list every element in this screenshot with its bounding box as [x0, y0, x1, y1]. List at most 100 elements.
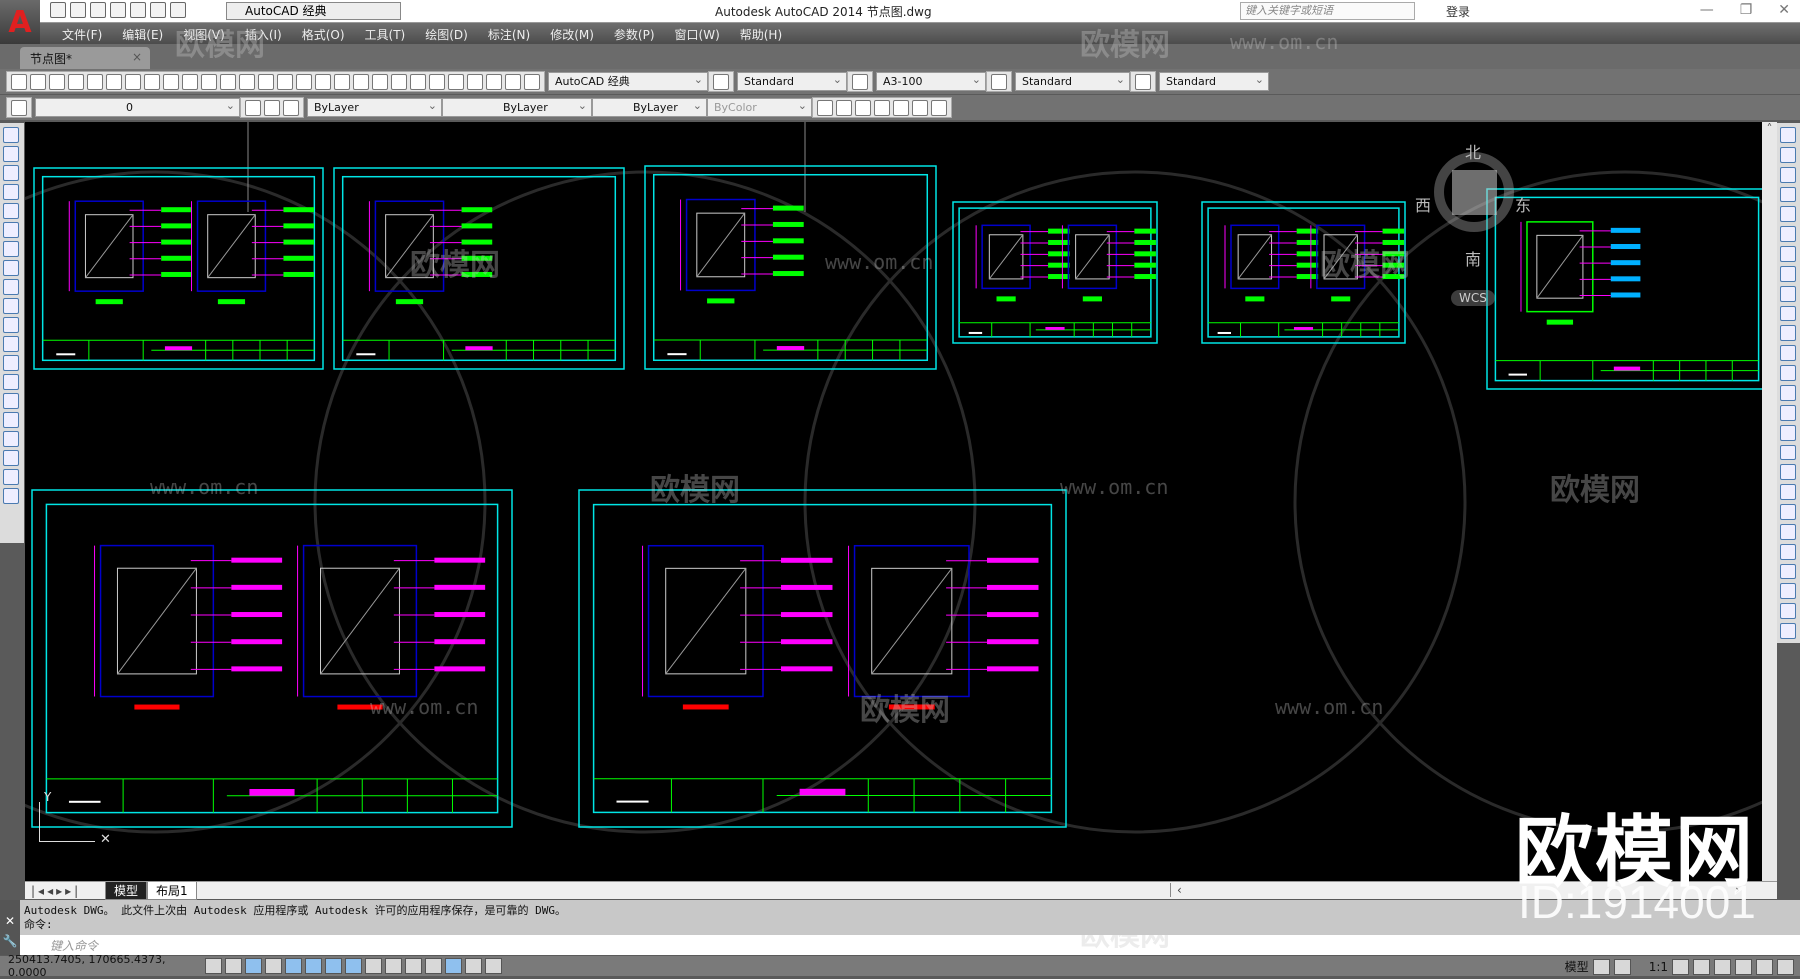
sc-toggle-icon[interactable]	[445, 958, 462, 974]
modify-tool-18-icon[interactable]	[1780, 464, 1796, 481]
color-combo[interactable]: ByLayer	[307, 97, 442, 117]
toolbar-tool-1-icon[interactable]	[11, 73, 27, 90]
viewcube[interactable]: 北 南 东 西 WCS	[1415, 122, 1535, 306]
isolate-icon[interactable]	[1756, 958, 1773, 975]
menu-item[interactable]: 绘图(D)	[415, 23, 478, 44]
layer-manager-icon[interactable]	[11, 99, 27, 116]
modify-tool-15-icon[interactable]	[1780, 404, 1796, 421]
undo-icon[interactable]	[150, 2, 166, 18]
draw-tool-15-icon[interactable]	[3, 393, 19, 409]
draw-tool-13-icon[interactable]	[3, 355, 19, 371]
modify-tool-17-icon[interactable]	[1780, 444, 1796, 461]
clean-screen-icon[interactable]	[1777, 958, 1794, 975]
toolbar-tool-14-icon[interactable]	[258, 73, 274, 90]
workspace-select[interactable]: AutoCAD 经典	[226, 2, 401, 20]
toolbar-tool-16-icon[interactable]	[296, 73, 312, 90]
menu-item[interactable]: 编辑(E)	[112, 23, 173, 44]
toolbar-tool-20-icon[interactable]	[372, 73, 388, 90]
modify-tool-8-icon[interactable]	[1780, 265, 1796, 282]
linetype-combo[interactable]: ByLayer	[442, 97, 592, 117]
save-as-icon[interactable]	[110, 2, 126, 18]
toolbar-tool-27-icon[interactable]	[505, 73, 521, 90]
command-input[interactable]: 键入命令	[20, 935, 1800, 955]
modify-tool-3-icon[interactable]	[1780, 166, 1796, 183]
modify-tool-2-icon[interactable]	[1780, 146, 1796, 163]
layer-previous-icon[interactable]	[264, 99, 280, 116]
close-icon[interactable]: ✕	[1778, 2, 1790, 18]
plus-toggle-icon[interactable]	[485, 958, 502, 974]
wcs-menu[interactable]: WCS	[1451, 290, 1495, 306]
west-label[interactable]: 西	[1415, 192, 1431, 216]
modify-tool-11-icon[interactable]	[1780, 325, 1796, 342]
toolbar-tool-18-icon[interactable]	[334, 73, 350, 90]
layouts-icon[interactable]	[1613, 958, 1631, 975]
draw-tool-17-icon[interactable]	[3, 431, 19, 447]
menu-item[interactable]: 插入(I)	[235, 23, 292, 44]
modify-tool-23-icon[interactable]	[1780, 563, 1796, 580]
make-current-icon[interactable]	[245, 99, 261, 116]
modify-tool-13-icon[interactable]	[1780, 365, 1796, 381]
snap-toggle-icon[interactable]	[205, 958, 222, 974]
ducs-toggle-icon[interactable]	[345, 958, 362, 974]
grid-toggle-icon[interactable]	[225, 958, 242, 974]
toolbar-tool-25-icon[interactable]	[467, 73, 483, 90]
qp-toggle-icon[interactable]	[425, 958, 442, 974]
polar-toggle-icon[interactable]	[265, 958, 282, 974]
workspace-combo[interactable]: AutoCAD 经典	[548, 71, 708, 91]
am-toggle-icon[interactable]	[465, 958, 482, 974]
modify-tool-6-icon[interactable]	[1780, 226, 1796, 243]
search-input[interactable]: 键入关键字或短语	[1240, 2, 1415, 20]
toolbar-tool-9-icon[interactable]	[163, 73, 179, 90]
toolbar-tool-28-icon[interactable]	[524, 73, 540, 90]
menu-item[interactable]: 格式(O)	[292, 23, 355, 44]
toolbar-tool-12-icon[interactable]	[220, 73, 236, 90]
toolbar-tool-17-icon[interactable]	[315, 73, 331, 90]
view-tool-1-icon[interactable]	[817, 99, 833, 116]
tab-navigation-arrows[interactable]: |◂◂▸▸|	[25, 884, 105, 898]
modify-tool-14-icon[interactable]	[1780, 384, 1796, 401]
toolbar-tool-23-icon[interactable]	[429, 73, 445, 90]
draw-tool-1-icon[interactable]	[3, 127, 19, 143]
close-tab-icon[interactable]: ×	[132, 50, 142, 64]
south-label[interactable]: 南	[1465, 246, 1481, 270]
draw-tool-12-icon[interactable]	[3, 336, 19, 352]
layout-icon[interactable]	[1592, 958, 1610, 975]
annotation-scale[interactable]: 1:1	[1649, 960, 1668, 974]
modify-tool-26-icon[interactable]	[1780, 623, 1796, 639]
menu-item[interactable]: 工具(T)	[355, 23, 416, 44]
layer-state-icon[interactable]	[283, 99, 299, 116]
modify-tool-16-icon[interactable]	[1780, 424, 1796, 441]
minimize-icon[interactable]: —	[1700, 2, 1714, 18]
redo-icon[interactable]	[170, 2, 186, 18]
osnap-toggle-icon[interactable]	[285, 958, 302, 974]
draw-tool-8-icon[interactable]	[3, 260, 19, 276]
modify-tool-1-icon[interactable]	[1780, 127, 1796, 143]
east-label[interactable]: 东	[1515, 192, 1531, 216]
toolbar-tool-11-icon[interactable]	[201, 73, 217, 90]
toolbar-tool-22-icon[interactable]	[410, 73, 426, 90]
toolbar-tool-8-icon[interactable]	[144, 73, 160, 90]
modify-tool-10-icon[interactable]	[1780, 305, 1796, 322]
draw-tool-5-icon[interactable]	[3, 203, 19, 219]
modify-tool-25-icon[interactable]	[1780, 603, 1796, 620]
tpy-toggle-icon[interactable]	[405, 958, 422, 974]
view-tool-5-icon[interactable]	[893, 99, 909, 116]
application-menu-button[interactable]: A	[0, 0, 40, 44]
lineweight-combo[interactable]: ByLayer	[592, 97, 707, 117]
toolbar-tool-13-icon[interactable]	[239, 73, 255, 90]
print-icon[interactable]	[130, 2, 146, 18]
menu-item[interactable]: 文件(F)	[52, 23, 112, 44]
toolbar-tool-21-icon[interactable]	[391, 73, 407, 90]
draw-tool-14-icon[interactable]	[3, 374, 19, 390]
restore-icon[interactable]: ❐	[1740, 2, 1753, 18]
toolbar-tool-2-icon[interactable]	[30, 73, 46, 90]
lwt-toggle-icon[interactable]	[385, 958, 402, 974]
menu-item[interactable]: 标注(N)	[478, 23, 540, 44]
lock-icon[interactable]	[1714, 958, 1731, 975]
command-window-handle[interactable]: ✕ 🔧	[0, 900, 20, 955]
dyn-toggle-icon[interactable]	[365, 958, 382, 974]
tab-layout1[interactable]: 布局1	[147, 881, 197, 900]
toolbar-tool-15-icon[interactable]	[277, 73, 293, 90]
view-tool-6-icon[interactable]	[912, 99, 928, 116]
document-tab[interactable]: 节点图* ×	[20, 47, 150, 69]
